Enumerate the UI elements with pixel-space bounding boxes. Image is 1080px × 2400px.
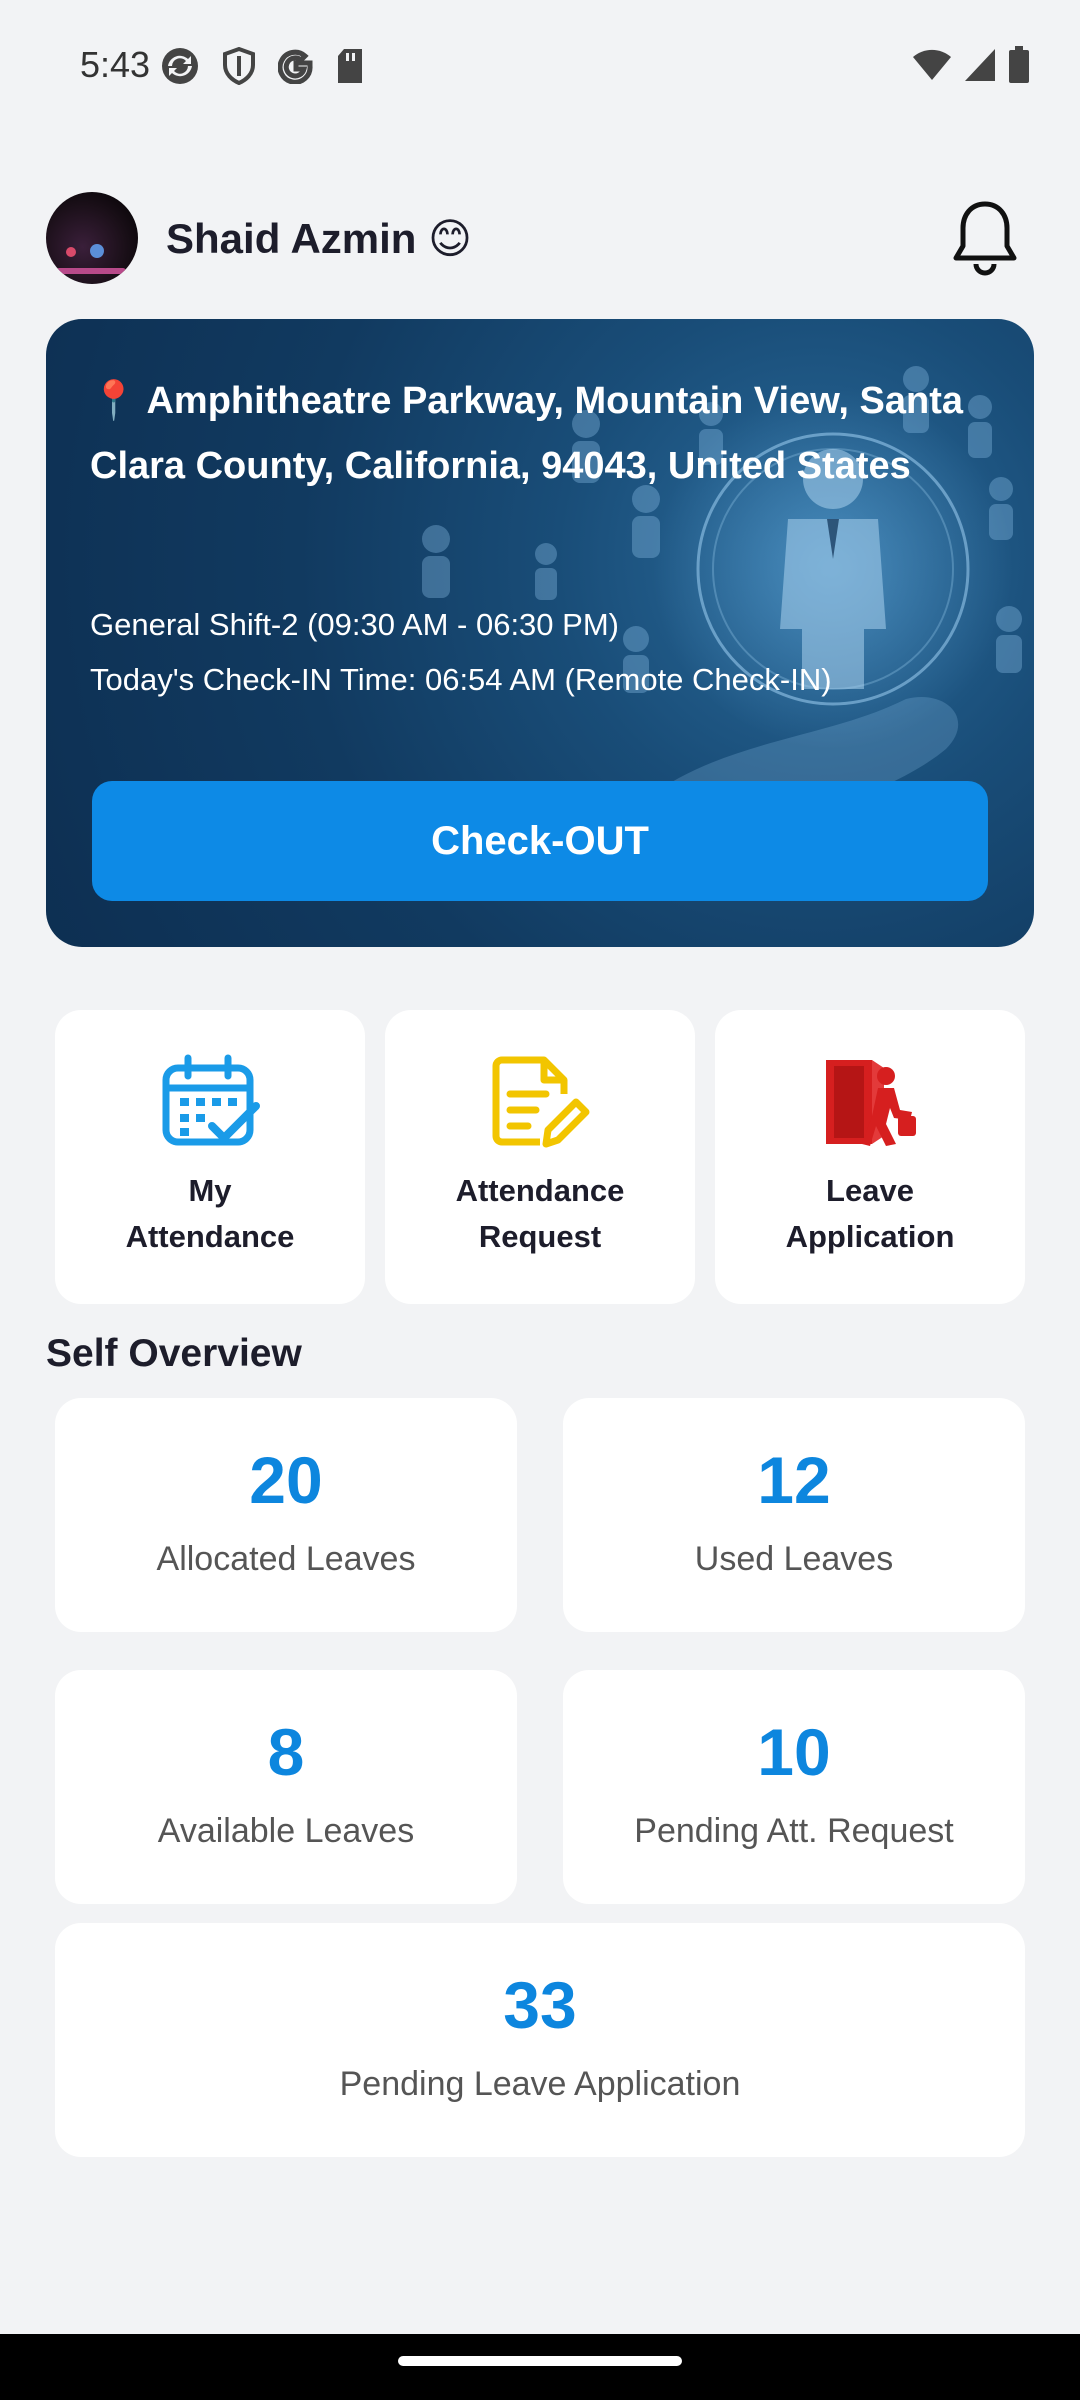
- leave-application-card[interactable]: Leave Application: [715, 1010, 1025, 1304]
- attendance-request-card[interactable]: Attendance Request: [385, 1010, 695, 1304]
- address-text: Amphitheatre Parkway, Mountain View, San…: [90, 380, 963, 487]
- status-time: 5:43: [80, 44, 151, 85]
- sync-icon: [162, 48, 198, 84]
- avatar[interactable]: [46, 192, 138, 284]
- stat-label: Pending Leave Application: [339, 2065, 741, 2103]
- stat-pending-leave-application[interactable]: 33 Pending Leave Application: [55, 1923, 1025, 2157]
- calendar-check-icon: [162, 1054, 260, 1146]
- edit-document-icon: [492, 1056, 590, 1148]
- home-gesture-handle[interactable]: [398, 2356, 682, 2366]
- battery-icon: [1009, 46, 1029, 83]
- sd-card-icon: [338, 49, 362, 83]
- status-icons-right: [912, 46, 1030, 84]
- stat-allocated-leaves[interactable]: 20 Allocated Leaves: [55, 1398, 517, 1632]
- shield-icon: [223, 47, 255, 85]
- stat-value: 10: [757, 1715, 831, 1789]
- stat-label: Allocated Leaves: [156, 1540, 416, 1578]
- user-name: Shaid Azmin 😊: [166, 215, 472, 262]
- stat-label: Pending Att. Request: [634, 1812, 954, 1850]
- stat-available-leaves[interactable]: 8 Available Leaves: [55, 1670, 517, 1904]
- stat-value: 12: [757, 1443, 831, 1517]
- status-bar: 5:43: [0, 0, 1080, 130]
- stat-label: Available Leaves: [157, 1812, 415, 1850]
- location-card: 📍 Amphitheatre Parkway, Mountain View, S…: [46, 319, 1034, 947]
- status-icons-left: [160, 46, 364, 86]
- stat-value: 8: [267, 1715, 305, 1789]
- shift-info: General Shift-2 (09:30 AM - 06:30 PM): [90, 607, 619, 642]
- wifi-icon: [913, 49, 951, 80]
- exit-door-icon: [826, 1060, 916, 1146]
- my-attendance-card[interactable]: My Attendance: [55, 1010, 365, 1304]
- leave-application-label: Leave Application: [785, 1173, 955, 1254]
- location-address: 📍 Amphitheatre Parkway, Mountain View, S…: [90, 369, 990, 499]
- stat-pending-att-request[interactable]: 10 Pending Att. Request: [563, 1670, 1025, 1904]
- signal-icon: [965, 49, 995, 81]
- checkout-button[interactable]: Check-OUT: [92, 781, 988, 901]
- stat-value: 33: [503, 1968, 577, 2042]
- system-nav-bar: [0, 2334, 1080, 2400]
- my-attendance-label: My Attendance: [125, 1173, 295, 1254]
- stat-used-leaves[interactable]: 12 Used Leaves: [563, 1398, 1025, 1632]
- stat-value: 20: [249, 1443, 323, 1517]
- bell-icon[interactable]: [948, 198, 1022, 278]
- header: Shaid Azmin 😊: [46, 192, 1036, 288]
- checkin-time: Today's Check-IN Time: 06:54 AM (Remote …: [90, 662, 832, 697]
- pin-icon: 📍: [90, 380, 138, 422]
- self-overview-title: Self Overview: [46, 1332, 302, 1375]
- quick-actions: My Attendance Attendance Request Leave Appl…: [55, 1010, 1025, 1304]
- attendance-request-label: Attendance Request: [455, 1173, 625, 1254]
- stat-label: Used Leaves: [694, 1540, 894, 1578]
- google-icon: [278, 49, 313, 84]
